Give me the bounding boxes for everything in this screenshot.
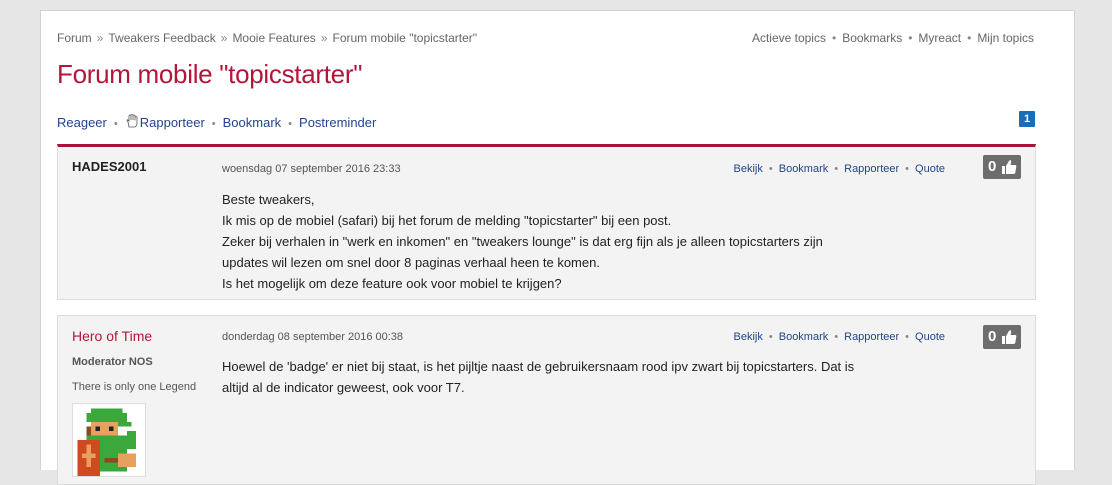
kudos-count: 0: [988, 328, 997, 345]
breadcrumb-separator: »: [320, 31, 328, 45]
quicklink-mijn-topics[interactable]: Mijn topics: [977, 31, 1034, 45]
page-title: Forum mobile "topicstarter": [57, 59, 363, 89]
quicklinks: Actieve topics • Bookmarks • Myreact • Mijn to…: [751, 31, 1034, 45]
view-link[interactable]: Bekijk: [734, 331, 763, 343]
quicklink-bookmarks[interactable]: Bookmarks: [842, 31, 902, 45]
post-links: Bekijk • Bookmark • Rapporteer • Quote: [733, 331, 945, 343]
kudos-button[interactable]: 0: [983, 155, 1021, 179]
postreminder-link[interactable]: Postreminder: [299, 115, 376, 130]
post-body: Hoewel de 'badge' er niet bij staat, is …: [222, 356, 854, 398]
post-line: Zeker bij verhalen in "werk en inkomen" …: [222, 234, 823, 249]
page-number-badge[interactable]: 1: [1019, 111, 1035, 127]
topic-actions: Reageer • Rapporteer • Bookmark • Postreminder: [57, 114, 377, 130]
hand-icon: [125, 114, 139, 128]
post-body: Beste tweakers, Ik mis op de mobiel (saf…: [222, 189, 823, 294]
report-link[interactable]: Rapporteer: [844, 331, 899, 343]
post-line: Is het mogelijk om deze feature ook voor…: [222, 276, 562, 291]
breadcrumb-mooie-features[interactable]: Mooie Features: [232, 31, 315, 45]
bookmark-link[interactable]: Bookmark: [779, 331, 829, 343]
forum-post: HADES2001 woensdag 07 september 2016 23:…: [57, 144, 1036, 300]
breadcrumb: Forum » Tweakers Feedback » Mooie Features » F…: [57, 31, 477, 45]
quote-link[interactable]: Quote: [915, 331, 945, 343]
post-links: Bekijk • Bookmark • Rapporteer • Quote: [733, 163, 945, 175]
quote-link[interactable]: Quote: [915, 163, 945, 175]
quicklink-actieve-topics[interactable]: Actieve topics: [752, 31, 826, 45]
report-link[interactable]: Rapporteer: [140, 115, 205, 130]
thumbs-up-icon: [1002, 330, 1017, 344]
breadcrumb-tweakers-feedback[interactable]: Tweakers Feedback: [108, 31, 215, 45]
breadcrumb-current-topic[interactable]: Forum mobile "topicstarter": [333, 31, 478, 45]
post-line: updates wil lezen om snel door 8 paginas…: [222, 255, 600, 270]
reply-link[interactable]: Reageer: [57, 115, 107, 130]
kudos-button[interactable]: 0: [983, 325, 1021, 349]
author-tagline: There is only one Legend: [72, 381, 197, 393]
post-line: altijd al de indicator geweest, ook voor…: [222, 380, 465, 395]
post-line: Hoewel de 'badge' er niet bij staat, is …: [222, 359, 855, 374]
breadcrumb-forum[interactable]: Forum: [57, 31, 92, 45]
post-line: Beste tweakers,: [222, 192, 315, 207]
view-link[interactable]: Bekijk: [734, 163, 763, 175]
post-date[interactable]: donderdag 08 september 2016 00:38: [222, 331, 403, 343]
bookmark-link[interactable]: Bookmark: [779, 163, 829, 175]
breadcrumb-separator: »: [96, 31, 104, 45]
quicklink-myreact[interactable]: Myreact: [918, 31, 961, 45]
thumbs-up-icon: [1002, 160, 1017, 174]
post-line: Ik mis op de mobiel (safari) bij het for…: [222, 213, 672, 228]
kudos-count: 0: [988, 158, 997, 175]
post-author[interactable]: HADES2001: [72, 159, 146, 174]
bookmark-link[interactable]: Bookmark: [223, 115, 282, 130]
forum-page: Forum » Tweakers Feedback » Mooie Features » F…: [40, 10, 1075, 485]
breadcrumb-separator: »: [220, 31, 228, 45]
post-date[interactable]: woensdag 07 september 2016 23:33: [222, 163, 401, 175]
post-author[interactable]: Hero of Time: [72, 328, 152, 344]
author-role: Moderator NOS: [72, 356, 153, 368]
top-navigation: Forum » Tweakers Feedback » Mooie Features » F…: [57, 31, 1034, 47]
report-link[interactable]: Rapporteer: [844, 163, 899, 175]
link-pixel-avatar-icon: [72, 403, 146, 477]
